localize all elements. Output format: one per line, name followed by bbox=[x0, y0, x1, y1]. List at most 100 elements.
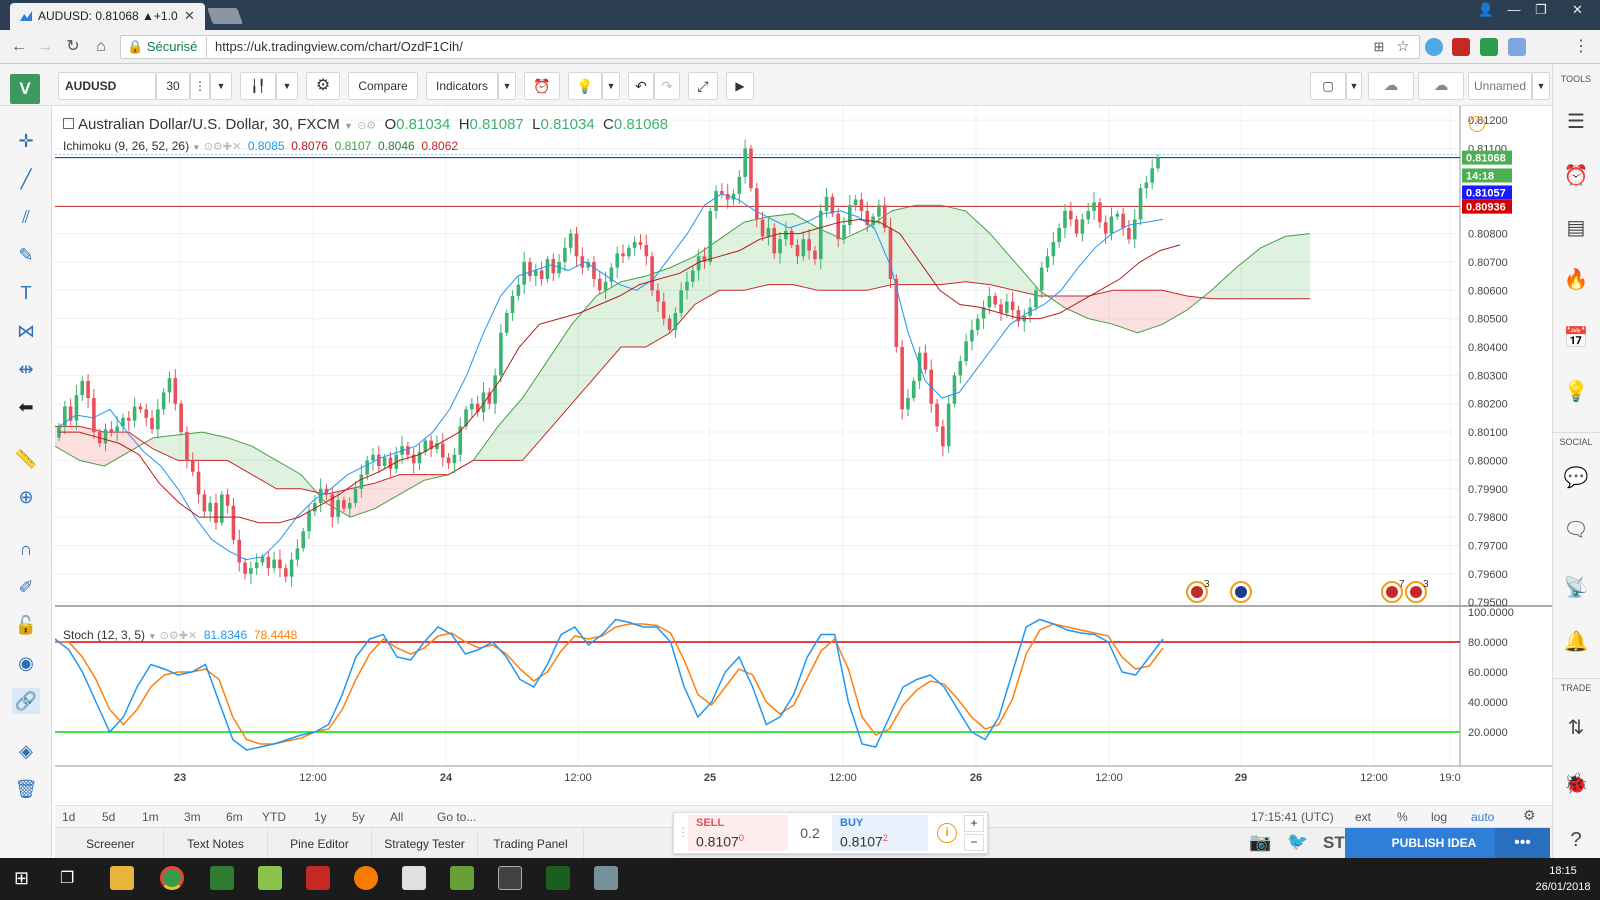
undo-icon[interactable]: ↶ bbox=[628, 72, 654, 100]
compare-button[interactable]: Compare bbox=[348, 72, 418, 100]
candle[interactable] bbox=[504, 309, 509, 337]
candle[interactable] bbox=[650, 251, 654, 296]
ruler-icon[interactable]: 📏 bbox=[12, 446, 40, 472]
snapshot-camera-icon[interactable]: 📷 bbox=[1249, 832, 1271, 853]
browser-menu-icon[interactable]: ⋮ bbox=[1570, 36, 1592, 58]
trade-depth-icon[interactable]: ⇅ bbox=[1560, 714, 1592, 742]
tab-close-icon[interactable]: ✕ bbox=[184, 8, 195, 24]
percent-scale-toggle[interactable]: % bbox=[1397, 810, 1408, 824]
trading-app-icon[interactable] bbox=[546, 866, 570, 890]
spreadsheet-icon[interactable] bbox=[450, 866, 474, 890]
sell-button[interactable]: SELL 0.81070 bbox=[688, 815, 788, 851]
new-tab-button[interactable] bbox=[207, 8, 243, 24]
calculator-icon[interactable] bbox=[498, 866, 522, 890]
interval-more-icon[interactable]: ⋮ bbox=[190, 72, 210, 100]
crosshair-icon[interactable]: ✛ bbox=[12, 128, 40, 154]
lock-drawings-icon[interactable]: 🔓 bbox=[12, 612, 40, 638]
extension-blue-icon[interactable] bbox=[1508, 38, 1526, 56]
publish-more-icon[interactable]: ••• bbox=[1495, 828, 1550, 858]
indicators-button[interactable]: Indicators bbox=[426, 72, 498, 100]
extension-cloud-icon[interactable] bbox=[1425, 38, 1443, 56]
legend-collapse-icon[interactable] bbox=[63, 118, 74, 129]
pattern-icon[interactable]: ⋈ bbox=[12, 318, 40, 344]
visibility-eye-icon[interactable]: ◉ bbox=[12, 650, 40, 676]
symbol-search-input[interactable]: AUDUSD bbox=[58, 72, 156, 100]
tab-trading-panel[interactable]: Trading Panel bbox=[478, 830, 584, 858]
range-5y[interactable]: 5y bbox=[352, 810, 365, 824]
quantity-minus-icon[interactable]: − bbox=[964, 834, 984, 851]
browser-tab-active[interactable]: AUDUSD: 0.81068 ▲+1.0 ✕ bbox=[10, 3, 205, 30]
drawing-template-icon[interactable]: ▢ bbox=[1310, 72, 1346, 100]
indicators-dropdown-icon[interactable]: ▼ bbox=[498, 72, 516, 100]
utc-clock[interactable]: 17:15:41 (UTC) bbox=[1251, 810, 1334, 824]
app-chart-icon[interactable] bbox=[258, 866, 282, 890]
candle[interactable] bbox=[708, 207, 713, 266]
pdf-reader-icon[interactable] bbox=[306, 866, 330, 890]
extended-hours-toggle[interactable]: ext bbox=[1355, 810, 1371, 824]
secure-indicator[interactable]: 🔒 Sécurisé bbox=[127, 39, 197, 55]
alerts-clock-icon[interactable]: ⏰ bbox=[1560, 162, 1592, 190]
zoom-in-icon[interactable]: ⊕ bbox=[12, 484, 40, 510]
range-1m[interactable]: 1m bbox=[142, 810, 159, 824]
data-window-icon[interactable]: ▤ bbox=[1560, 214, 1592, 242]
window-minimize-icon[interactable]: — bbox=[1500, 0, 1528, 20]
calendar-icon[interactable]: 📅 bbox=[1560, 324, 1592, 352]
app-green-icon[interactable] bbox=[210, 866, 234, 890]
notifications-bell-icon[interactable]: 🔔 bbox=[1560, 628, 1592, 656]
window-close-icon[interactable]: ✕ bbox=[1555, 0, 1600, 20]
reload-icon[interactable]: ↻ bbox=[62, 36, 84, 58]
back-arrow-icon[interactable]: ⬅ bbox=[12, 394, 40, 420]
range-6m[interactable]: 6m bbox=[226, 810, 243, 824]
quantity-plus-icon[interactable]: + bbox=[964, 815, 984, 832]
stoch-controls-icon[interactable]: ⊙⚙✚✕ bbox=[160, 630, 198, 642]
candle[interactable] bbox=[952, 371, 957, 408]
extension-ublock-icon[interactable] bbox=[1452, 38, 1470, 56]
ichimoku-controls-icon[interactable]: ⊙⚙✚✕ bbox=[204, 141, 242, 153]
range-5d[interactable]: 5d bbox=[102, 810, 115, 824]
tab-pine-editor[interactable]: Pine Editor bbox=[268, 830, 372, 858]
extension-green-icon[interactable] bbox=[1480, 38, 1498, 56]
streams-icon[interactable]: 📡 bbox=[1560, 574, 1592, 602]
range-all[interactable]: All bbox=[390, 810, 403, 824]
candle[interactable] bbox=[911, 377, 916, 402]
candle[interactable] bbox=[830, 193, 835, 218]
tab-strategy-tester[interactable]: Strategy Tester bbox=[372, 830, 478, 858]
auto-scale-toggle[interactable]: auto bbox=[1471, 810, 1494, 824]
candle[interactable] bbox=[545, 255, 550, 283]
candle[interactable] bbox=[179, 400, 183, 436]
buy-button[interactable]: BUY 0.81072 bbox=[832, 815, 928, 851]
prediction-icon[interactable]: ⇹ bbox=[12, 356, 40, 382]
link-icon[interactable]: 🔗 bbox=[12, 688, 40, 714]
layout-name[interactable]: Unnamed bbox=[1468, 72, 1532, 100]
chat-icon[interactable]: 💬 bbox=[1560, 464, 1592, 492]
goto-button[interactable]: Go to... bbox=[437, 810, 476, 824]
warning-info-icon[interactable]: ! bbox=[1469, 116, 1485, 132]
drawing-template-dropdown-icon[interactable]: ▼ bbox=[1346, 72, 1362, 100]
legend-settings-icon[interactable]: ⊙⚙ bbox=[357, 120, 376, 132]
tab-screener[interactable]: Screener bbox=[58, 830, 164, 858]
alert-clock-icon[interactable]: ⏰ bbox=[524, 72, 560, 100]
task-view-icon[interactable]: ❐ bbox=[60, 868, 74, 888]
tradingview-logo[interactable]: V bbox=[10, 74, 40, 104]
chart-style-candles-icon[interactable]: ╽╿ bbox=[240, 72, 276, 100]
candle[interactable] bbox=[900, 340, 904, 420]
ichimoku-dropdown-icon[interactable]: ▼ bbox=[192, 143, 200, 152]
candle[interactable] bbox=[1034, 286, 1038, 311]
paint-icon[interactable] bbox=[402, 866, 426, 890]
help-icon[interactable]: ? bbox=[1560, 826, 1592, 854]
back-icon[interactable]: ← bbox=[8, 36, 30, 58]
stay-in-drawing-icon[interactable]: ✐ bbox=[12, 574, 40, 600]
stocktwits-icon[interactable]: ST bbox=[1323, 833, 1345, 853]
cloud-load-icon[interactable]: ☁ bbox=[1368, 72, 1414, 100]
chart-style-dropdown-icon[interactable]: ▼ bbox=[276, 72, 298, 100]
text-tool-icon[interactable]: T bbox=[12, 280, 40, 306]
scale-settings-gear-icon[interactable]: ⚙ bbox=[1523, 807, 1536, 824]
windows-start-icon[interactable]: ⊞ bbox=[14, 868, 29, 889]
interval-selector[interactable]: 30 bbox=[156, 72, 190, 100]
range-1y[interactable]: 1y bbox=[314, 810, 327, 824]
bug-report-icon[interactable]: 🐞 bbox=[1560, 770, 1592, 798]
ideas-bulb-icon[interactable]: 💡 bbox=[568, 72, 602, 100]
window-restore-icon[interactable]: ❐ bbox=[1527, 0, 1555, 20]
trade-info-icon[interactable]: i bbox=[937, 823, 957, 843]
stoch-dropdown-icon[interactable]: ▼ bbox=[148, 632, 156, 641]
